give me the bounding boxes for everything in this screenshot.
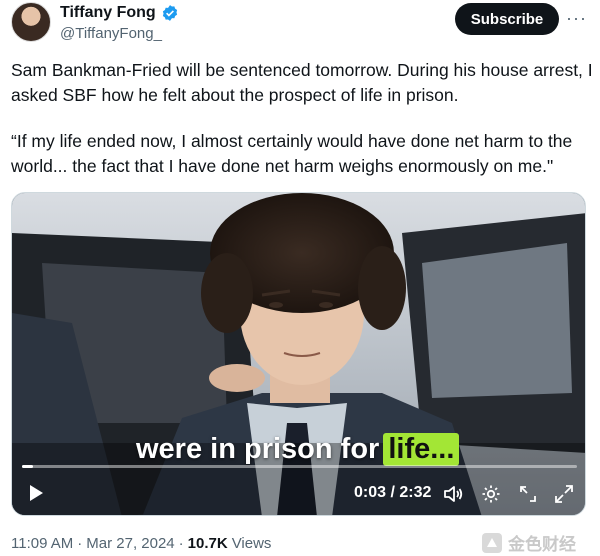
views-label: Views	[231, 535, 272, 552]
meta-separator: ·	[178, 535, 184, 552]
current-time: 0:03	[354, 484, 387, 501]
time-separator: /	[390, 484, 395, 501]
post-date[interactable]: Mar 27, 2024	[86, 535, 174, 552]
author-name-row: Tiffany Fong	[60, 4, 179, 22]
caption-highlight: life...	[383, 433, 460, 466]
avatar[interactable]	[11, 2, 51, 42]
exit-fullscreen-icon[interactable]	[517, 483, 539, 505]
video-player[interactable]: were in prison for life... 0:03 / 2:32	[11, 192, 586, 516]
tweet-paragraph: “If my life ended now, I almost certainl…	[11, 131, 573, 176]
meta-separator: ·	[77, 535, 83, 552]
settings-gear-icon[interactable]	[480, 483, 502, 505]
author-handle[interactable]: @TiffanyFong_	[60, 25, 162, 42]
video-caption: were in prison for life...	[136, 433, 460, 466]
tweet-text: Sam Bankman-Fried will be sentenced tomo…	[11, 58, 596, 200]
caption-text: were in prison for	[136, 433, 380, 465]
volume-icon[interactable]	[442, 483, 464, 505]
views-count: 10.7K	[187, 535, 228, 552]
verified-badge-icon	[162, 5, 177, 21]
watermark-logo-icon	[482, 532, 502, 553]
tweet-meta: 11:09 AM · Mar 27, 2024 · 10.7K Views	[11, 535, 271, 552]
more-options-icon[interactable]: ···	[566, 8, 587, 29]
fullscreen-icon[interactable]	[553, 483, 575, 505]
subscribe-button[interactable]: Subscribe	[455, 3, 559, 35]
video-progress-fill	[22, 465, 34, 468]
play-icon[interactable]	[26, 483, 46, 503]
author-display-name[interactable]: Tiffany Fong	[60, 4, 156, 22]
video-time: 0:03 / 2:32	[354, 484, 431, 502]
watermark: 金色财经	[481, 530, 576, 555]
tweet-paragraph: Sam Bankman-Fried will be sentenced tomo…	[11, 60, 593, 105]
video-progress-bar[interactable]	[22, 465, 577, 468]
watermark-text: 金色财经	[508, 535, 576, 554]
post-time[interactable]: 11:09 AM	[11, 535, 73, 552]
duration: 2:32	[399, 484, 432, 501]
